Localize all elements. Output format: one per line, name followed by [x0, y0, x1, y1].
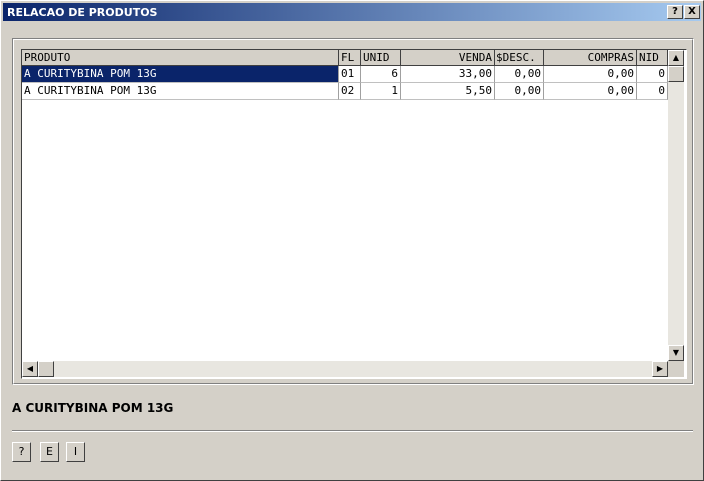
column-header-compras[interactable]: COMPRAS — [544, 50, 637, 66]
product-list-window: RELACAO DE PRODUTOS ? X PRODUTO FL UNID … — [0, 0, 704, 481]
table-row-cell-unid[interactable]: 1 — [361, 83, 401, 100]
column-header-produto[interactable]: PRODUTO — [22, 50, 339, 66]
table-row-cell-fl[interactable]: 02 — [339, 83, 361, 100]
table-row-cell-venda[interactable]: 33,00 — [401, 66, 495, 83]
title-bar[interactable]: RELACAO DE PRODUTOS ? X — [3, 3, 701, 21]
table-row-cell-venda[interactable]: 5,50 — [401, 83, 495, 100]
column-header-desc[interactable]: $DESC. — [495, 50, 544, 66]
table-row-cell-desc[interactable]: 0,00 — [495, 66, 544, 83]
scroll-down-icon[interactable]: ▼ — [668, 345, 684, 361]
table-row-cell-compras[interactable]: 0,00 — [544, 83, 637, 100]
vertical-scrollbar[interactable]: ▲ ▼ — [668, 50, 684, 361]
table-row-cell-compras[interactable]: 0,00 — [544, 66, 637, 83]
window-title: RELACAO DE PRODUTOS — [7, 6, 158, 19]
divider-highlight — [12, 431, 693, 432]
help-button[interactable]: ? — [12, 442, 31, 462]
i-button[interactable]: I — [66, 442, 85, 462]
table-row-cell-nid[interactable]: 0 — [637, 83, 668, 100]
column-header-unid[interactable]: UNID — [361, 50, 401, 66]
scroll-right-icon[interactable]: ▶ — [652, 361, 668, 377]
scrollbar-corner — [668, 361, 684, 377]
column-header-fl[interactable]: FL — [339, 50, 361, 66]
column-header-venda[interactable]: VENDA — [401, 50, 495, 66]
table-row-cell-desc[interactable]: 0,00 — [495, 83, 544, 100]
vertical-scroll-thumb[interactable] — [668, 66, 684, 82]
close-button[interactable]: X — [684, 5, 700, 19]
horizontal-scroll-thumb[interactable] — [38, 361, 54, 377]
table-row-cell-produto[interactable]: A CURITYBINA POM 13G — [22, 66, 339, 83]
scroll-left-icon[interactable]: ◀ — [22, 361, 38, 377]
table-row-cell-produto[interactable]: A CURITYBINA POM 13G — [22, 83, 339, 100]
products-grid[interactable]: PRODUTO FL UNID VENDA $DESC. COMPRAS NID… — [21, 49, 687, 379]
table-row-cell-fl[interactable]: 01 — [339, 66, 361, 83]
table-row-cell-nid[interactable]: 0 — [637, 66, 668, 83]
selected-product-label: A CURITYBINA POM 13G — [12, 401, 174, 415]
table-row-cell-unid[interactable]: 6 — [361, 66, 401, 83]
horizontal-scrollbar[interactable]: ◀ ▶ — [22, 361, 668, 377]
e-button[interactable]: E — [40, 442, 59, 462]
help-title-button[interactable]: ? — [667, 5, 683, 19]
scroll-up-icon[interactable]: ▲ — [668, 50, 684, 66]
column-header-nid[interactable]: NID — [637, 50, 668, 66]
